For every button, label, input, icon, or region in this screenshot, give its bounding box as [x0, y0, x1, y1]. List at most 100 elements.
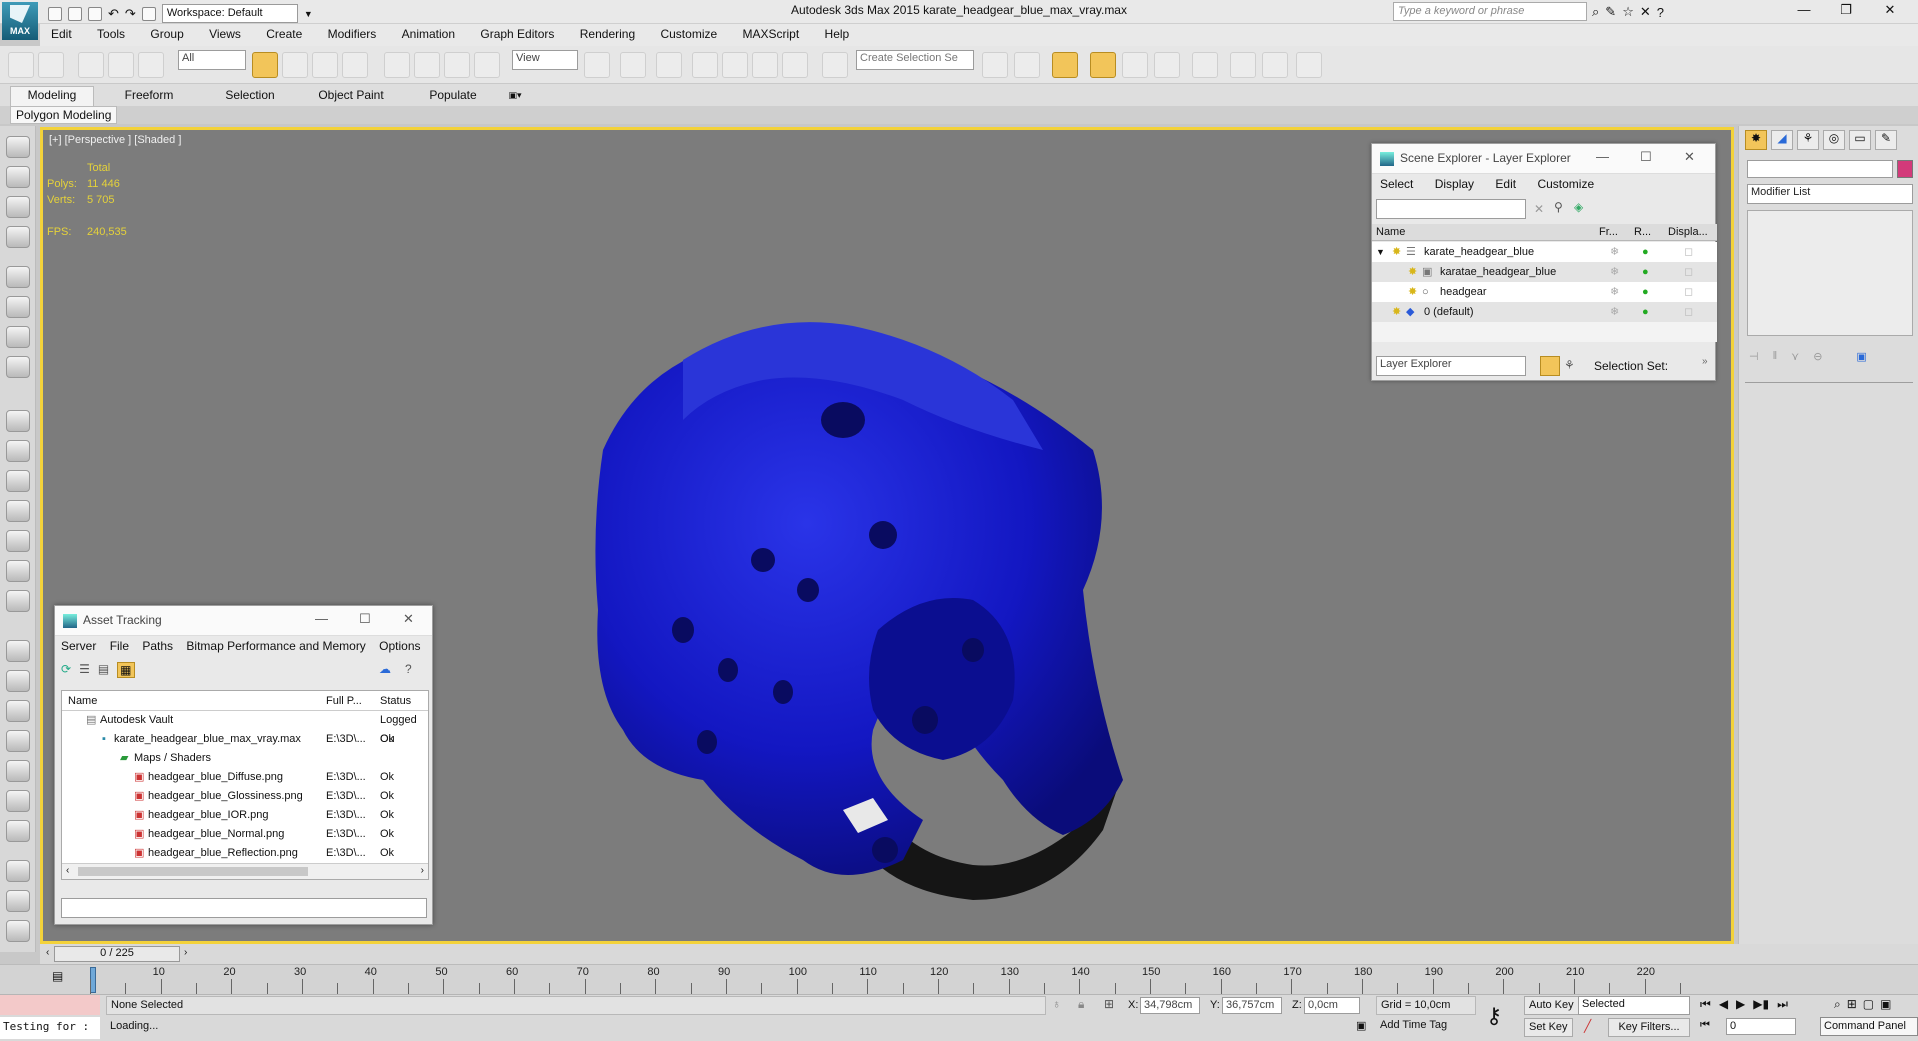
list-view-icon[interactable]: ☰: [79, 662, 90, 678]
layer-tools-icon[interactable]: ◈: [1574, 200, 1583, 214]
isolate-bulb-icon[interactable]: ♁: [1052, 997, 1061, 1011]
go-to-end-icon[interactable]: ⏭: [1777, 997, 1788, 1012]
rotate-icon[interactable]: [414, 52, 440, 78]
key-filter-pencil-icon[interactable]: ╱: [1584, 1019, 1591, 1033]
scene-menu-edit[interactable]: Edit: [1495, 177, 1516, 191]
toggle-layer-explorer-icon[interactable]: [1090, 52, 1116, 78]
scene-row-object-karatae[interactable]: ✸ ▣ karatae_headgear_blue ❄ ● ◻: [1372, 262, 1717, 282]
scene-explorer-close-button[interactable]: ✕: [1684, 149, 1695, 165]
display-icon[interactable]: ◻: [1684, 302, 1693, 322]
mirror-icon[interactable]: [982, 52, 1008, 78]
add-time-tag-button[interactable]: Add Time Tag: [1380, 1019, 1447, 1031]
tool-icon-24[interactable]: [6, 890, 30, 912]
move-icon[interactable]: [384, 52, 410, 78]
ribbon-options-icon[interactable]: ▣▾: [500, 87, 530, 102]
menu-modifiers[interactable]: Modifiers: [317, 24, 388, 44]
help-icon[interactable]: ?: [1657, 5, 1664, 20]
absolute-mode-icon[interactable]: ⊞: [1104, 997, 1114, 1011]
clear-search-icon[interactable]: ✕: [1534, 202, 1544, 216]
menu-customize[interactable]: Customize: [649, 24, 728, 44]
tool-icon-25[interactable]: [6, 920, 30, 942]
asset-tracking-titlebar[interactable]: Asset Tracking — ☐ ✕: [55, 606, 432, 636]
make-unique-icon[interactable]: ⋎: [1791, 350, 1799, 363]
tool-icon-4[interactable]: [6, 226, 30, 248]
asset-help-icon[interactable]: ?: [405, 662, 412, 676]
binoculars-icon[interactable]: ⌕: [1592, 4, 1599, 20]
keyboard-shortcut-icon[interactable]: [656, 52, 682, 78]
time-slider-thumb[interactable]: 0 / 225: [54, 946, 180, 962]
modify-tab-icon[interactable]: ◢: [1771, 130, 1793, 150]
zoom-icon[interactable]: ⌕: [1834, 997, 1841, 1012]
modifier-stack[interactable]: [1747, 210, 1913, 336]
favorites-star-icon[interactable]: ☆: [1622, 4, 1634, 20]
refresh-icon[interactable]: ⟳: [61, 662, 71, 678]
rectangular-selection-icon[interactable]: [312, 52, 338, 78]
maxscript-listener-output[interactable]: [0, 995, 100, 1015]
light-bulb-icon[interactable]: ✸: [1392, 302, 1401, 322]
modifier-list-dropdown[interactable]: Modifier List: [1747, 184, 1913, 204]
scroll-right-icon[interactable]: ›: [421, 865, 424, 876]
render-teapot-icon[interactable]: ●: [1642, 242, 1649, 262]
hierarchy-toggle-icon[interactable]: ⚘: [1564, 358, 1575, 372]
object-name-field[interactable]: [1747, 160, 1893, 178]
select-object-icon[interactable]: [252, 52, 278, 78]
bind-space-warp-icon[interactable]: [138, 52, 164, 78]
time-slider-prev-icon[interactable]: ‹: [46, 947, 49, 958]
scene-col-display[interactable]: Displa...: [1668, 224, 1708, 241]
expand-footer-icon[interactable]: »: [1702, 356, 1708, 367]
vault-connect-icon[interactable]: ☁: [379, 662, 391, 676]
set-key-mode-icon[interactable]: ⚷: [1486, 1003, 1502, 1029]
tool-icon-2[interactable]: [6, 166, 30, 188]
render-setup-icon[interactable]: [1262, 52, 1288, 78]
menu-help[interactable]: Help: [814, 24, 861, 44]
scene-menu-customize[interactable]: Customize: [1537, 177, 1594, 191]
sphere-primitive-icon[interactable]: [6, 440, 30, 462]
asset-col-path[interactable]: Full P...: [326, 691, 362, 711]
asset-row-glossiness[interactable]: ▣ headgear_blue_Glossiness.png E:\3D\...…: [62, 787, 428, 806]
ribbon-tab-object-paint[interactable]: Object Paint: [296, 87, 406, 102]
align-icon[interactable]: [1014, 52, 1040, 78]
toggle-scene-explorer-icon[interactable]: [1052, 52, 1078, 78]
configure-sets-icon[interactable]: ▣: [1856, 350, 1866, 363]
zoom-all-icon[interactable]: ⊞: [1847, 997, 1857, 1012]
render-frame-window-icon[interactable]: [1296, 52, 1322, 78]
tool-icon-21[interactable]: [6, 790, 30, 812]
scene-col-name[interactable]: Name: [1376, 224, 1405, 241]
asset-row-maxfile[interactable]: ▪ karate_headgear_blue_max_vray.max E:\3…: [62, 730, 428, 749]
tool-icon-16[interactable]: [6, 640, 30, 662]
schematic-view-icon[interactable]: [1192, 52, 1218, 78]
table-view-icon[interactable]: ▦: [117, 662, 135, 678]
scene-row-layer-default[interactable]: ✸ ◆ 0 (default) ❄ ● ◻: [1372, 302, 1717, 322]
graphite-toolbox-icon[interactable]: [1122, 52, 1148, 78]
tool-icon-19[interactable]: [6, 730, 30, 752]
reference-coordinate-dropdown[interactable]: View: [512, 50, 578, 70]
ribbon-tab-populate[interactable]: Populate: [406, 87, 500, 102]
z-coord-field[interactable]: 0,0cm: [1304, 997, 1360, 1014]
named-selection-sets-input[interactable]: Create Selection Se: [856, 50, 974, 70]
pin-stack-icon[interactable]: ⊣: [1749, 350, 1759, 363]
maximize-button[interactable]: ❐: [1826, 2, 1866, 18]
display-icon[interactable]: ◻: [1684, 282, 1693, 302]
angle-snap-icon[interactable]: [722, 52, 748, 78]
selection-lock-icon[interactable]: 🔒︎: [1078, 997, 1084, 1012]
zoom-extents-all-icon[interactable]: ▣: [1880, 997, 1891, 1012]
tool-icon-1[interactable]: [6, 136, 30, 158]
scene-col-render[interactable]: R...: [1634, 224, 1651, 241]
material-editor-icon[interactable]: [1230, 52, 1256, 78]
light-bulb-icon[interactable]: ✸: [1392, 242, 1401, 262]
time-slider-next-icon[interactable]: ›: [184, 947, 187, 958]
freeze-icon[interactable]: ❄: [1610, 242, 1619, 262]
curve-editor-mini-icon[interactable]: ▤: [52, 969, 63, 983]
box-primitive-icon[interactable]: [6, 410, 30, 432]
set-key-button[interactable]: Set Key: [1524, 1018, 1573, 1037]
scene-col-freeze[interactable]: Fr...: [1599, 224, 1618, 241]
placement-icon[interactable]: [474, 52, 500, 78]
scene-row-layer-karate[interactable]: ▼ ✸ ☰ karate_headgear_blue ❄ ● ◻: [1372, 242, 1717, 262]
display-icon[interactable]: ◻: [1684, 262, 1693, 282]
asset-row-diffuse[interactable]: ▣ headgear_blue_Diffuse.png E:\3D\... Ok: [62, 768, 428, 787]
create-tab-icon[interactable]: ✸: [1745, 130, 1767, 150]
tool-icon-7[interactable]: [6, 326, 30, 348]
select-manipulate-icon[interactable]: [620, 52, 646, 78]
current-frame-field[interactable]: 0: [1726, 1018, 1796, 1035]
motion-tab-icon[interactable]: ◎: [1823, 130, 1845, 150]
